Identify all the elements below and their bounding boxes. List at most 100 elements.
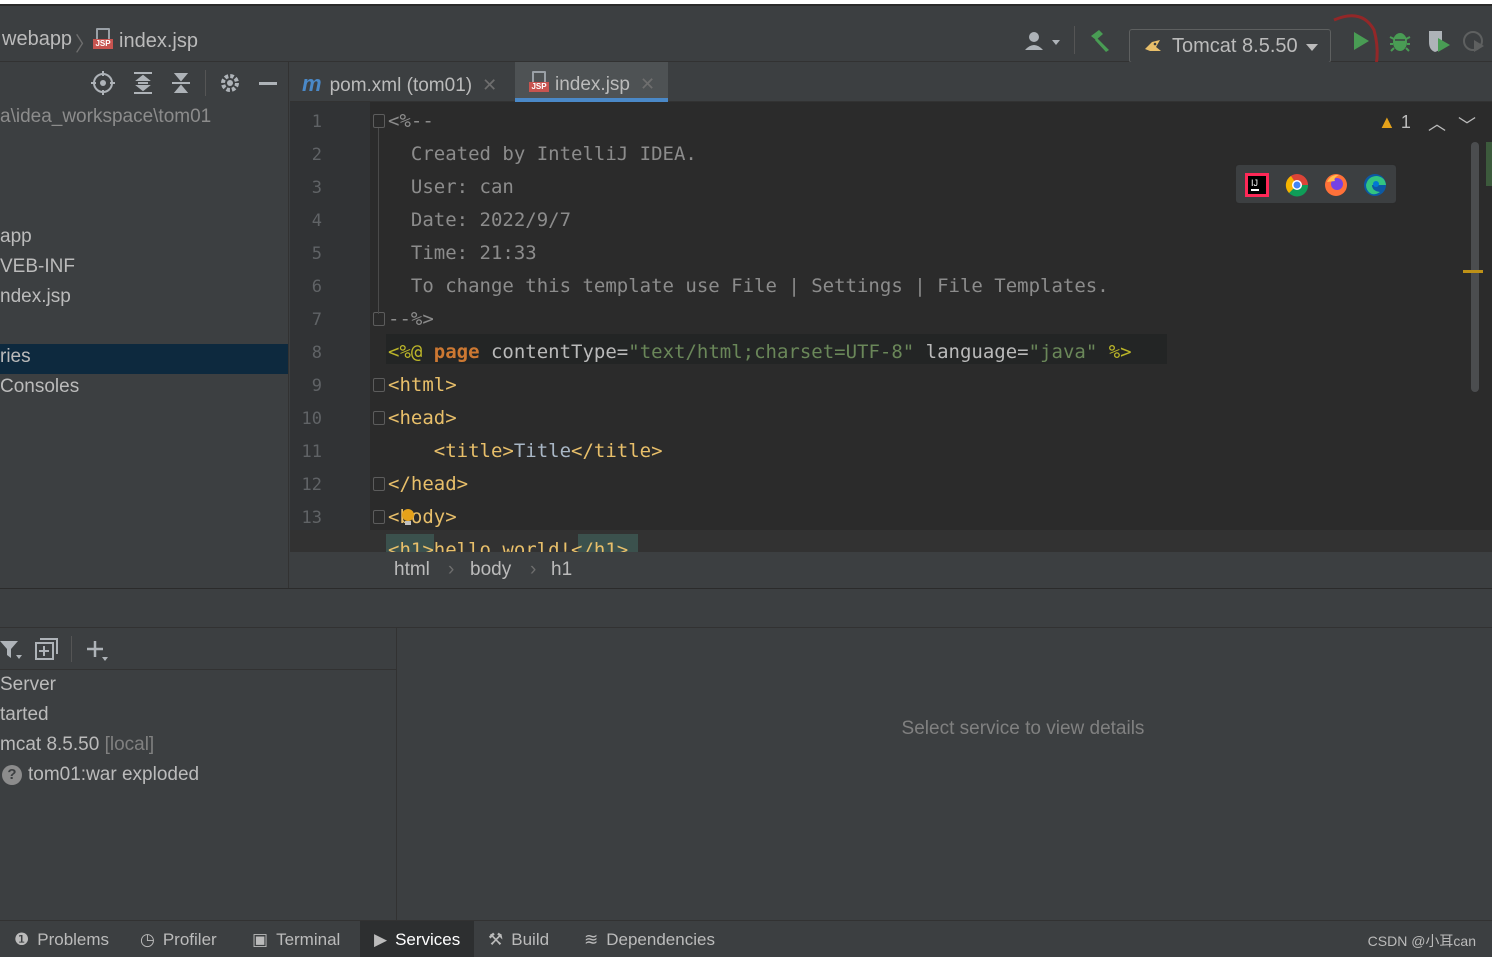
tab-index-jsp[interactable]: JSP index.jsp ✕ — [515, 62, 668, 102]
breadcrumb-index-jsp[interactable]: JSP index.jsp — [93, 28, 198, 53]
watermark: CSDN @小耳can — [1367, 933, 1476, 949]
locate-target-icon[interactable] — [90, 70, 116, 96]
services-item-server[interactable]: Server — [0, 674, 56, 696]
services-item-tomcat[interactable]: mcat 8.5.50 [local] — [0, 734, 154, 756]
run-configuration-select[interactable]: Tomcat 8.5.50 — [1129, 29, 1331, 63]
tomcat-item-label: mcat 8.5.50 — [0, 734, 100, 755]
fold-guide — [378, 128, 379, 314]
help-question-icon: ? — [2, 765, 22, 785]
tab-label: index.jsp — [555, 74, 630, 95]
fold-marker[interactable] — [373, 378, 385, 392]
fold-marker[interactable] — [373, 312, 385, 326]
editor-breadcrumbs: html › body › h1 — [290, 552, 1492, 588]
line-number: 3 — [311, 178, 322, 198]
warning-count: 1 — [1400, 112, 1411, 132]
breadcrumb-separator: 〉 — [75, 34, 95, 56]
intention-bulb-icon[interactable] — [400, 508, 416, 528]
code-line-12: </head> — [388, 473, 469, 495]
services-item-started[interactable]: tarted — [0, 704, 49, 726]
tool-window-problems[interactable]: ❶ Problems — [14, 921, 124, 957]
tool-window-profiler[interactable]: ◷ Profiler — [140, 921, 240, 957]
build-hammer-icon: ⚒ — [488, 930, 504, 949]
new-service-group-icon[interactable] — [33, 637, 61, 663]
change-marker — [1486, 142, 1492, 186]
tool-window-label: Problems — [37, 930, 110, 949]
tool-window-bar: ❶ Problems ◷ Profiler ▣ Terminal ▶ Services … — [0, 920, 1492, 957]
tree-item-web-inf[interactable]: VEB-INF — [0, 256, 75, 278]
tree-item-external-libraries[interactable]: ries — [0, 346, 31, 368]
tab-pom-xml[interactable]: m pom.xml (tom01) ✕ — [290, 62, 514, 102]
code-line-9: <html> — [388, 374, 457, 396]
warning-icon: ▲ — [1378, 112, 1396, 132]
add-service-icon[interactable] — [85, 639, 111, 663]
tomcat-item-suffix: [local] — [104, 734, 155, 755]
tree-item-scratches-consoles[interactable]: Consoles — [0, 376, 79, 398]
build-hammer-icon[interactable] — [1087, 28, 1113, 54]
user-account-icon[interactable] — [1024, 30, 1064, 54]
jsp-file-icon: JSP — [93, 28, 113, 50]
chevron-down-icon[interactable]: ﹀ — [1458, 112, 1476, 138]
services-item-artifact[interactable]: ? tom01:war exploded — [2, 764, 199, 786]
dependencies-icon: ≋ — [584, 930, 599, 949]
tree-item-webapp[interactable]: app — [0, 226, 32, 248]
debug-bug-icon[interactable] — [1388, 28, 1412, 54]
vertical-scrollbar[interactable] — [1471, 142, 1479, 392]
line-number: 8 — [311, 343, 322, 363]
tool-window-terminal[interactable]: ▣ Terminal — [252, 921, 356, 957]
warning-stripe-marker[interactable] — [1463, 270, 1483, 273]
code-editor[interactable]: 1234567891011121314 <%-- Created by Inte… — [290, 102, 1492, 552]
code-line-10: <head> — [388, 407, 457, 429]
line-number: 12 — [301, 475, 322, 495]
profiler-icon: ◷ — [140, 930, 155, 949]
breadcrumb-h1[interactable]: h1 — [551, 559, 572, 581]
inspection-widget[interactable]: ▲ 1 — [1378, 112, 1411, 133]
artifact-label: tom01:war exploded — [28, 764, 200, 785]
firefox-icon[interactable] — [1323, 172, 1349, 198]
line-number: 1 — [311, 112, 322, 132]
tree-item-index-jsp[interactable]: ndex.jsp — [0, 286, 71, 308]
fold-marker[interactable] — [373, 411, 385, 425]
run-with-coverage-icon[interactable] — [1426, 28, 1452, 54]
tool-window-dependencies[interactable]: ≋ Dependencies — [584, 921, 734, 957]
profile-icon[interactable] — [1462, 30, 1488, 56]
tool-window-label: Profiler — [162, 930, 217, 949]
gear-icon[interactable] — [218, 71, 242, 95]
code-line-2: Created by IntelliJ IDEA. — [388, 143, 697, 165]
expand-all-icon[interactable] — [130, 70, 156, 96]
code-line-3: User: can — [388, 176, 514, 198]
tool-window-label: Services — [395, 930, 461, 949]
code-line-5: Time: 21:33 — [388, 242, 537, 264]
fold-marker[interactable] — [373, 477, 385, 491]
line-number: 11 — [301, 442, 322, 462]
tool-window-label: Build — [511, 930, 550, 949]
tool-window-build[interactable]: ⚒ Build — [488, 921, 568, 957]
services-tree-panel: Server tarted mcat 8.5.50 [local] ? tom01… — [0, 628, 397, 920]
fold-marker[interactable] — [373, 510, 385, 524]
fold-marker[interactable] — [373, 114, 385, 128]
line-number: 5 — [311, 244, 322, 264]
code-line-11: <title>Title</title> — [388, 440, 663, 462]
breadcrumb-html[interactable]: html — [394, 559, 430, 581]
chevron-up-icon[interactable]: ︿ — [1428, 110, 1446, 136]
collapse-all-icon[interactable] — [168, 70, 194, 96]
close-icon[interactable]: ✕ — [640, 74, 655, 94]
code-line-11-text: <title>Title</title> — [388, 440, 663, 462]
service-details-panel: Select service to view details — [398, 628, 1492, 920]
tomcat-icon — [1145, 40, 1161, 51]
tool-window-header — [0, 588, 1492, 628]
breadcrumb-webapp[interactable]: webapp — [2, 28, 72, 51]
close-icon[interactable]: ✕ — [482, 75, 497, 95]
line-number: 10 — [301, 409, 322, 429]
intellij-browser-icon[interactable]: IJ — [1244, 172, 1270, 198]
minimize-icon[interactable] — [259, 82, 277, 85]
toolbar-separator — [205, 70, 206, 96]
empty-state-text: Select service to view details — [901, 718, 1145, 739]
filter-icon[interactable] — [0, 638, 24, 662]
chrome-icon[interactable] — [1284, 172, 1310, 198]
breadcrumb-body[interactable]: body — [470, 559, 511, 581]
open-in-browser-popup: IJ — [1235, 164, 1397, 204]
edge-icon[interactable] — [1362, 172, 1388, 198]
title-strip-highlight — [0, 0, 1492, 4]
tool-window-services[interactable]: ▶ Services — [360, 921, 474, 957]
project-path: a\idea_workspace\tom01 — [0, 106, 212, 127]
